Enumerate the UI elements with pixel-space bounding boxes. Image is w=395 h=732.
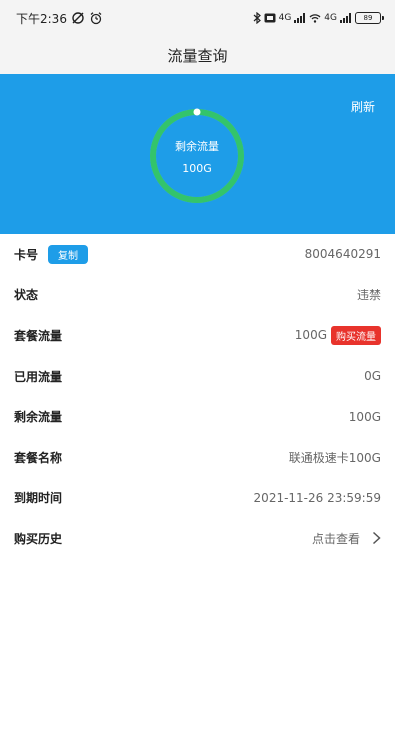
status-left: 下午2:36	[16, 10, 103, 27]
purchase-history-link-group[interactable]: 点击查看	[312, 530, 381, 547]
copy-button[interactable]: 复制	[48, 244, 89, 264]
status-right: 4G 4G 89	[253, 12, 384, 24]
card-number-label: 卡号	[14, 247, 39, 262]
used-data-row: 已用流量 0G	[0, 356, 395, 397]
expiry-label: 到期时间	[14, 491, 63, 506]
remaining-data-ring: 剩余流量 100G	[149, 108, 245, 204]
refresh-button[interactable]: 刷新	[351, 98, 375, 115]
remaining-data-value: 100G	[348, 409, 381, 424]
battery-icon: 89	[355, 12, 384, 24]
signal-icon	[294, 13, 306, 23]
package-data-row: 套餐流量 100G 购买流量	[0, 315, 395, 356]
expiry-value: 2021-11-26 23:59:59	[253, 490, 381, 505]
chevron-right-icon[interactable]	[372, 531, 381, 545]
wifi-icon	[309, 13, 321, 23]
purchase-history-label: 购买历史	[14, 531, 63, 546]
bluetooth-icon	[253, 12, 261, 24]
network-label: 4G	[324, 13, 337, 23]
package-name-row: 套餐名称 联通极速卡100G	[0, 437, 395, 478]
status-value: 违禁	[356, 288, 381, 303]
card-number-row: 卡号 复制 8004640291	[0, 234, 395, 275]
used-data-label: 已用流量	[14, 369, 63, 384]
info-list: 卡号 复制 8004640291 状态 违禁 套餐流量 100G 购买流量 已用…	[0, 234, 395, 559]
hd-icon	[264, 13, 276, 23]
buy-data-button[interactable]: 购买流量	[331, 325, 381, 345]
status-row: 状态 违禁	[0, 275, 395, 316]
purchase-history-row[interactable]: 购买历史 点击查看	[0, 518, 395, 559]
expiry-row: 到期时间 2021-11-26 23:59:59	[0, 478, 395, 519]
remaining-data-row: 剩余流量 100G	[0, 396, 395, 437]
page-title: 流量查询	[167, 46, 228, 65]
package-name-value: 联通极速卡100G	[288, 450, 381, 465]
status-time: 下午2:36	[16, 11, 67, 26]
used-data-value: 0G	[364, 369, 381, 384]
signal-icon	[340, 13, 352, 23]
purchase-history-link[interactable]: 点击查看	[312, 530, 360, 547]
battery-level: 89	[363, 14, 373, 22]
package-data-value-group: 100G 购买流量	[294, 325, 381, 345]
no-disturb-icon	[71, 11, 85, 25]
remaining-data-label: 剩余流量	[14, 410, 63, 425]
network-label: 4G	[278, 13, 292, 23]
ring-text: 剩余流量 100G	[149, 108, 245, 204]
nav-bar: 流量查询	[0, 36, 395, 74]
card-number-value: 8004640291	[304, 247, 381, 262]
status-bar: 下午2:36 4G 4G 89	[0, 0, 395, 36]
ring-value: 100G	[182, 161, 212, 175]
status-label: 状态	[14, 288, 39, 303]
package-name-label: 套餐名称	[14, 450, 63, 465]
package-data-value: 100G	[294, 328, 327, 343]
ring-label: 剩余流量	[175, 139, 219, 153]
package-data-label: 套餐流量	[14, 328, 63, 343]
alarm-icon	[89, 11, 103, 25]
data-summary-panel: 刷新 剩余流量 100G	[0, 74, 395, 234]
